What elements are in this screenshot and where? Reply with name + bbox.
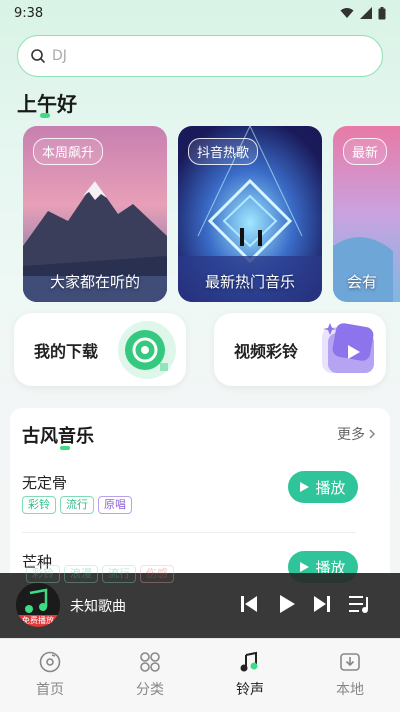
battery-icon [378, 6, 386, 19]
next-icon[interactable] [313, 594, 331, 614]
card-caption: 大家都在听的 [49, 273, 140, 291]
music-disc-icon [39, 651, 61, 673]
section-title-accent [60, 446, 70, 450]
player-cover-label: 免费播放 [22, 616, 54, 625]
more-label: 更多 [337, 427, 365, 443]
tab-label: 本地 [336, 682, 364, 698]
status-icons [340, 6, 386, 20]
player-song-title: 未知歌曲 [70, 599, 126, 615]
card-tag: 最新 [343, 138, 388, 165]
song-tag: 流行 [60, 496, 94, 514]
playlist-carousel: 本周飙升 大家都在听的 抖音热歌 最新热门音乐 最新 会有 [23, 126, 400, 302]
signal-icon [360, 7, 372, 19]
playlist-card-trending[interactable]: 本周飙升 大家都在听的 [23, 126, 167, 302]
status-time: 9:38 [14, 5, 44, 21]
wifi-icon [340, 8, 354, 18]
playlist-card-douyin[interactable]: 抖音热歌 最新热门音乐 [178, 126, 322, 302]
playlist-card-latest[interactable]: 最新 会有 [333, 126, 400, 302]
search-bar[interactable] [17, 35, 383, 77]
song-tag: 伤感 [140, 565, 174, 583]
disc-download-icon [118, 321, 176, 379]
chevron-right-icon [369, 429, 376, 439]
more-link[interactable]: 更多 [337, 424, 376, 444]
status-bar: 9:38 [0, 0, 400, 26]
play-button[interactable]: 播放 [288, 471, 358, 503]
card-caption: 最新热门音乐 [204, 273, 295, 291]
quick-label: 视频彩铃 [234, 341, 299, 361]
tab-home[interactable]: 首页 [20, 651, 80, 707]
greeting-accent [40, 113, 50, 118]
song-tag: 彩铃 [26, 565, 60, 583]
bottom-tab-bar: 首页 分类 铃声 本地 [0, 638, 400, 712]
ringtone-icon [240, 651, 258, 672]
mini-player[interactable]: 彩铃 浪漫 流行 伤感 免费播放 未知歌曲 [0, 565, 400, 638]
card-caption: 会有 [347, 273, 378, 291]
tab-label: 分类 [136, 682, 164, 698]
video-ringtone-button[interactable]: 视频彩铃 [214, 313, 386, 386]
grid-icon [140, 652, 160, 672]
previous-icon[interactable] [240, 594, 258, 614]
song-tags: 彩铃 浪漫 流行 伤感 [26, 565, 174, 583]
quick-label: 我的下载 [34, 341, 99, 361]
section-title: 古风音乐 [22, 426, 94, 447]
play-label: 播放 [315, 478, 346, 497]
tab-ringtone[interactable]: 铃声 [220, 651, 280, 707]
my-downloads-button[interactable]: 我的下载 [14, 313, 186, 386]
tab-label: 首页 [36, 682, 64, 698]
player-cover[interactable]: 免费播放 [16, 583, 60, 627]
tab-category[interactable]: 分类 [120, 651, 180, 707]
local-download-icon [340, 653, 360, 671]
song-tag: 彩铃 [22, 496, 56, 514]
song-name: 无定骨 [22, 474, 68, 492]
song-tag: 浪漫 [64, 565, 98, 583]
song-tags: 彩铃 流行 原唱 [22, 496, 132, 514]
card-tag: 本周飙升 [33, 138, 104, 165]
play-icon [300, 562, 310, 572]
divider [22, 532, 356, 533]
search-input[interactable] [52, 48, 352, 64]
play-icon [300, 482, 310, 492]
song-tag: 原唱 [98, 496, 132, 514]
song-tag: 流行 [102, 565, 136, 583]
tab-local[interactable]: 本地 [320, 651, 380, 707]
video-play-icon [322, 323, 374, 373]
search-icon [31, 49, 45, 63]
card-tag: 抖音热歌 [188, 138, 259, 165]
tab-label: 铃声 [236, 682, 264, 698]
play-pause-icon[interactable] [278, 594, 296, 614]
playlist-icon[interactable] [348, 594, 372, 614]
